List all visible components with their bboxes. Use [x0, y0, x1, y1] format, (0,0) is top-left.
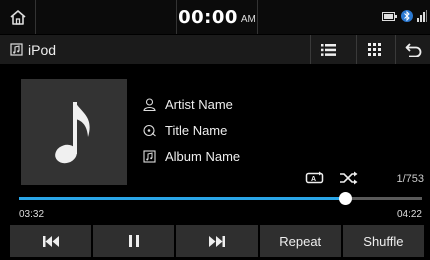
repeat-button[interactable]: Repeat: [259, 225, 341, 257]
playback-controls: Repeat Shuffle: [10, 225, 425, 257]
skip-previous-icon: [42, 235, 59, 247]
back-icon: [405, 42, 421, 57]
next-button[interactable]: [176, 225, 258, 257]
progress-fill: [19, 197, 345, 200]
album-art: [21, 79, 127, 185]
grid-menu-icon: [367, 43, 381, 56]
title-name: Title Name: [165, 122, 228, 138]
shuffle-button[interactable]: Shuffle: [342, 225, 425, 257]
status-icons: [382, 9, 427, 23]
total-time: 04:22: [396, 209, 422, 220]
progress-bar[interactable]: [19, 192, 422, 205]
track-count: 1/753: [396, 173, 424, 185]
svg-text:A: A: [311, 176, 316, 183]
source-label: iPod: [28, 41, 57, 58]
album-icon: [143, 149, 156, 163]
previous-button[interactable]: [10, 225, 92, 257]
toolbar: iPod: [0, 35, 430, 64]
artist-name: Artist Name: [165, 96, 233, 112]
home-icon: [9, 9, 26, 25]
skip-next-icon: [209, 235, 225, 247]
clock: 00:00 AM: [176, 0, 258, 34]
home-button[interactable]: [0, 0, 36, 34]
list-icon: [320, 43, 336, 56]
title-icon: [143, 124, 156, 136]
music-note-icon: [55, 102, 90, 164]
pause-icon: [128, 235, 139, 247]
status-bar: 00:00 AM: [0, 0, 430, 34]
battery-icon: [382, 11, 397, 21]
source-indicator: iPod: [10, 35, 56, 64]
ipod-source-icon: [10, 43, 23, 56]
back-button[interactable]: [395, 35, 430, 64]
progress-knob[interactable]: [338, 192, 352, 205]
elapsed-time: 03:32: [19, 209, 45, 220]
bluetooth-icon: [401, 10, 413, 22]
clock-ampm: AM: [240, 14, 256, 25]
shuffle-mode-icon: [340, 171, 358, 185]
repeat-mode-icon: A: [305, 171, 324, 184]
menu-button[interactable]: [356, 35, 391, 64]
artist-icon: [143, 97, 156, 111]
signal-icon: [417, 10, 427, 22]
clock-time: 00:00: [178, 6, 238, 28]
artist-row: Artist Name: [143, 96, 233, 112]
title-row: Title Name: [143, 122, 227, 138]
album-name: Album Name: [165, 148, 241, 164]
list-button[interactable]: [310, 35, 345, 64]
album-row: Album Name: [143, 148, 240, 164]
pause-button[interactable]: [93, 225, 175, 257]
